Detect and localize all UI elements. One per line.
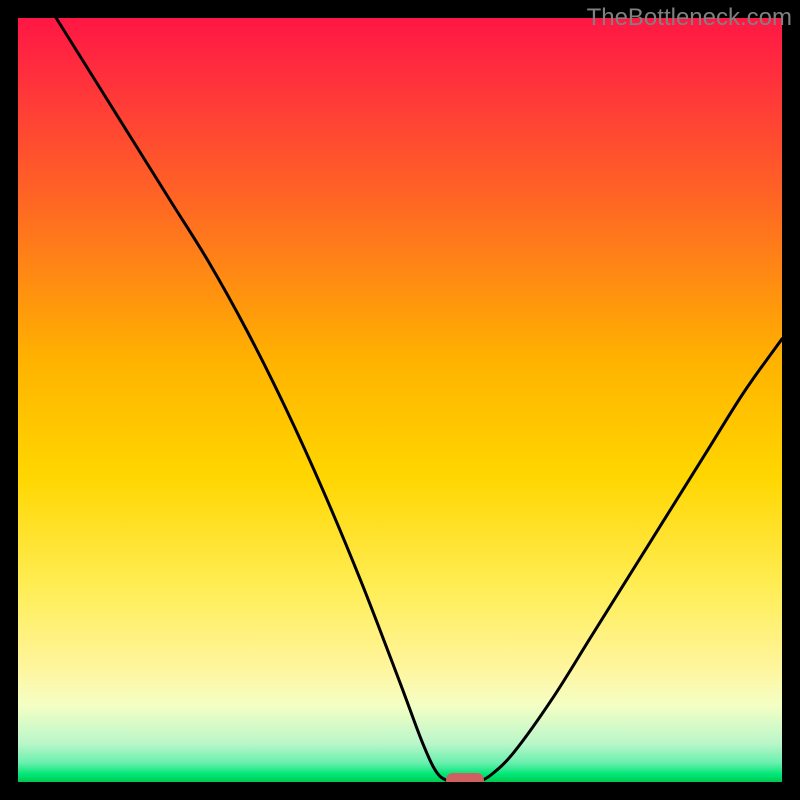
plot-area xyxy=(18,18,782,782)
optimal-range-marker xyxy=(446,773,484,782)
watermark-text: TheBottleneck.com xyxy=(587,4,792,32)
bottleneck-curve xyxy=(18,18,782,782)
chart-container: TheBottleneck.com xyxy=(0,0,800,800)
